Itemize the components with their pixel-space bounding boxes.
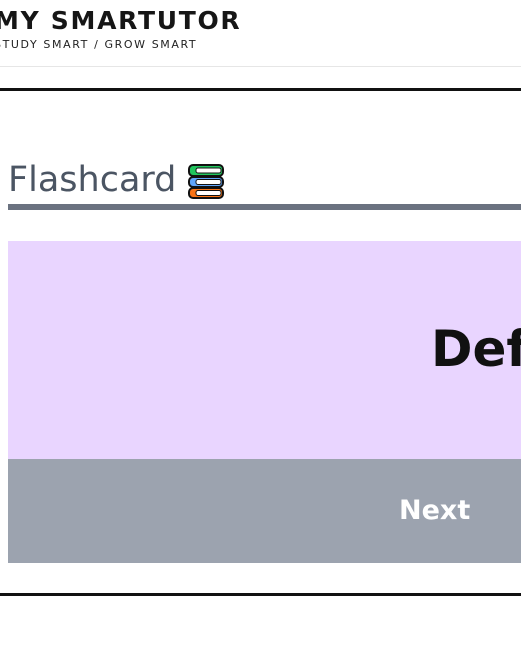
flashcard-heading: Flashcard: [8, 155, 226, 205]
flashcard-face[interactable]: Def: [8, 241, 521, 459]
next-button[interactable]: Next: [8, 459, 521, 563]
brand-logo[interactable]: MY SMARTUTOR STUDY SMART / GROW SMART: [0, 6, 294, 56]
next-button-label: Next: [399, 495, 471, 526]
page: MY SMARTUTOR STUDY SMART / GROW SMART Fl…: [0, 0, 521, 651]
heading-underline: [8, 204, 521, 210]
section-bottom-rule: [0, 593, 521, 596]
section-top-rule: [0, 88, 521, 91]
section-title: Flashcard: [8, 160, 177, 200]
brand-tagline: STUDY SMART / GROW SMART: [0, 38, 198, 51]
brand-title: MY SMARTUTOR: [0, 6, 242, 35]
flashcard-term: Def: [431, 320, 521, 378]
books-icon: [188, 164, 225, 199]
header-divider: [0, 66, 521, 67]
